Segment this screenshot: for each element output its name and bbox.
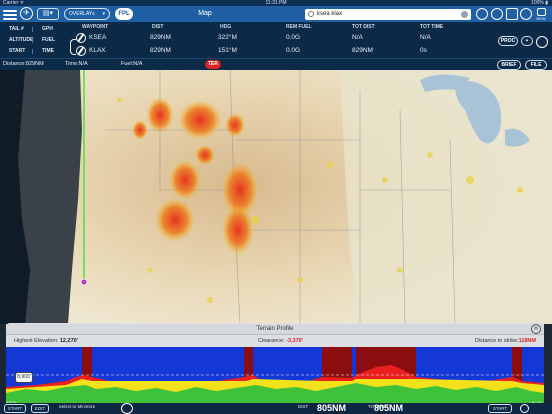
waypoint-cell: KSEA — [89, 34, 107, 41]
file-button[interactable]: FILE — [525, 60, 547, 70]
info-row: TAIL # GPH — [0, 24, 58, 35]
app-logo-icon[interactable]: ✈ — [20, 7, 33, 20]
terrain-profile-title: Terrain Profile — [6, 324, 544, 335]
terrain-profile-panel: Terrain Profile ✕ Highest Elevation: 12,… — [6, 323, 544, 405]
info-row: START TIME — [0, 46, 58, 57]
terrain-stats: Highest Elevation: 12,270' Clearance: -3… — [6, 336, 544, 346]
strike-value: 118NM — [518, 338, 536, 344]
hamburger-menu-icon[interactable] — [3, 8, 17, 20]
close-icon[interactable]: ✕ — [531, 324, 541, 334]
col-rem-fuel: REM FUEL — [286, 24, 312, 30]
distance-to-strike: Distance to strike:118NM — [475, 336, 536, 346]
target-icon[interactable] — [121, 403, 133, 414]
minimize-hint[interactable]: Select to Minimize — [53, 404, 101, 409]
altitude-badge[interactable]: 8,900' — [15, 372, 33, 383]
route-connector — [70, 39, 76, 55]
new-label: NEW — [536, 16, 546, 21]
dist-big-value: 805NM — [317, 403, 347, 413]
proc-button[interactable]: PROC — [498, 36, 518, 46]
overlays-dropdown[interactable]: OVERLAYs ▾ — [64, 8, 110, 20]
clear-icon[interactable] — [461, 11, 468, 18]
highest-label: Highest Elevation: — [14, 338, 59, 344]
time-summary: Time:N/A — [65, 61, 88, 67]
col-waypoint: WAYPOINT — [82, 24, 109, 30]
settings-icon[interactable] — [520, 404, 529, 413]
undo-icon[interactable] — [536, 36, 548, 48]
flight-plan-panel: TAIL # GPH ALTITUDE FUEL START TIME WAYP… — [0, 22, 552, 58]
overlays-label: OVERLAYs — [69, 11, 95, 17]
col-dist: DIST — [152, 24, 164, 30]
info-row: ALTITUDE FUEL — [0, 35, 58, 46]
start-label[interactable]: START — [9, 46, 25, 57]
distance-summary: Distance:829NM — [3, 61, 44, 67]
add-waypoint-button[interactable]: + — [521, 36, 533, 46]
col-hdg: HDG — [220, 24, 232, 30]
chart-east — [340, 70, 552, 324]
hdg-cell: 151°M — [218, 47, 237, 54]
app-root: Carrier ᯤ 11:31 PM 100% ▮ ✈ ▤▾ OVERLAYs … — [0, 0, 552, 414]
col-tot-time: TOT TIME — [420, 24, 444, 30]
route-search-input[interactable]: ksea klax — [305, 9, 471, 20]
search-value: ksea klax — [317, 11, 343, 17]
end-start-button[interactable]: START — [488, 404, 512, 413]
clearance-label: Clearance: — [258, 338, 285, 344]
bottom-bar: START EDIT Select to Minimize DIST 805NM… — [0, 403, 552, 414]
waypoint-edit-icon[interactable] — [76, 33, 86, 43]
sectional-chart-map[interactable] — [0, 70, 552, 324]
destination-marker — [80, 278, 88, 286]
waypoint-edit-icon[interactable] — [76, 46, 86, 56]
tot-dist-cell: 829NM — [352, 47, 373, 54]
clearance: Clearance: -3,370' — [258, 336, 303, 346]
gear-icon[interactable] — [520, 8, 532, 20]
page-title: Map — [198, 10, 212, 17]
rem-fuel-cell: 0.0G — [286, 34, 301, 41]
terrain-toggle-button[interactable]: TER — [205, 60, 221, 69]
edit-icon — [536, 8, 546, 16]
gph-label[interactable]: GPH — [42, 24, 53, 35]
start-button[interactable]: START — [4, 404, 26, 413]
fuel-label[interactable]: FUEL — [42, 35, 55, 46]
search-icon — [308, 11, 314, 17]
dist-small-label: DIST — [298, 404, 309, 409]
tot-time-cell: N/A — [420, 34, 431, 41]
clearance-value: -3,370' — [286, 338, 304, 344]
altitude-label[interactable]: ALTITUDE — [9, 35, 33, 46]
tot-dist-big-value: 805NM — [374, 403, 404, 413]
aircraft-info: TAIL # GPH ALTITUDE FUEL START TIME — [0, 24, 58, 58]
chevron-down-icon: ▾ — [102, 11, 105, 17]
route-summary-bar: Distance:829NM Time:N/A Fuel:N/A TER BRI… — [0, 58, 552, 70]
strike-label: Distance to strike: — [474, 338, 519, 344]
edit-button[interactable]: EDIT — [31, 404, 49, 413]
tot-time-cell: 0s — [420, 47, 427, 54]
globe-icon[interactable] — [491, 8, 503, 20]
hdg-cell: 322°M — [218, 34, 237, 41]
dist-cell: 829NM — [150, 34, 171, 41]
tot-dist-cell: N/A — [352, 34, 363, 41]
new-button[interactable]: NEW — [534, 6, 548, 22]
time-label[interactable]: TIME — [42, 46, 54, 57]
fpl-button[interactable]: FPL — [115, 8, 133, 20]
terrain-profile-graph[interactable] — [6, 347, 544, 403]
clock-icon[interactable] — [476, 8, 488, 20]
grid-icon[interactable] — [506, 8, 518, 20]
waypoint-cell: KLAX — [89, 47, 106, 54]
layers-icon: ▤▾ — [42, 10, 54, 17]
top-toolbar: ✈ ▤▾ OVERLAYs ▾ FPL Map ksea klax NEW — [0, 6, 552, 22]
dist-cell: 829NM — [150, 47, 171, 54]
map-view[interactable] — [0, 70, 552, 324]
col-tot-dist: TOT DIST — [352, 24, 375, 30]
highest-value: 12,270' — [59, 338, 79, 344]
highest-elevation: Highest Elevation: 12,270' — [14, 336, 78, 346]
tail-label[interactable]: TAIL # — [9, 24, 24, 35]
brief-button[interactable]: BRIEF — [497, 60, 521, 70]
fuel-summary: Fuel:N/A — [121, 61, 143, 67]
layers-button[interactable]: ▤▾ — [37, 8, 59, 20]
rem-fuel-cell: 0.0G — [286, 47, 301, 54]
